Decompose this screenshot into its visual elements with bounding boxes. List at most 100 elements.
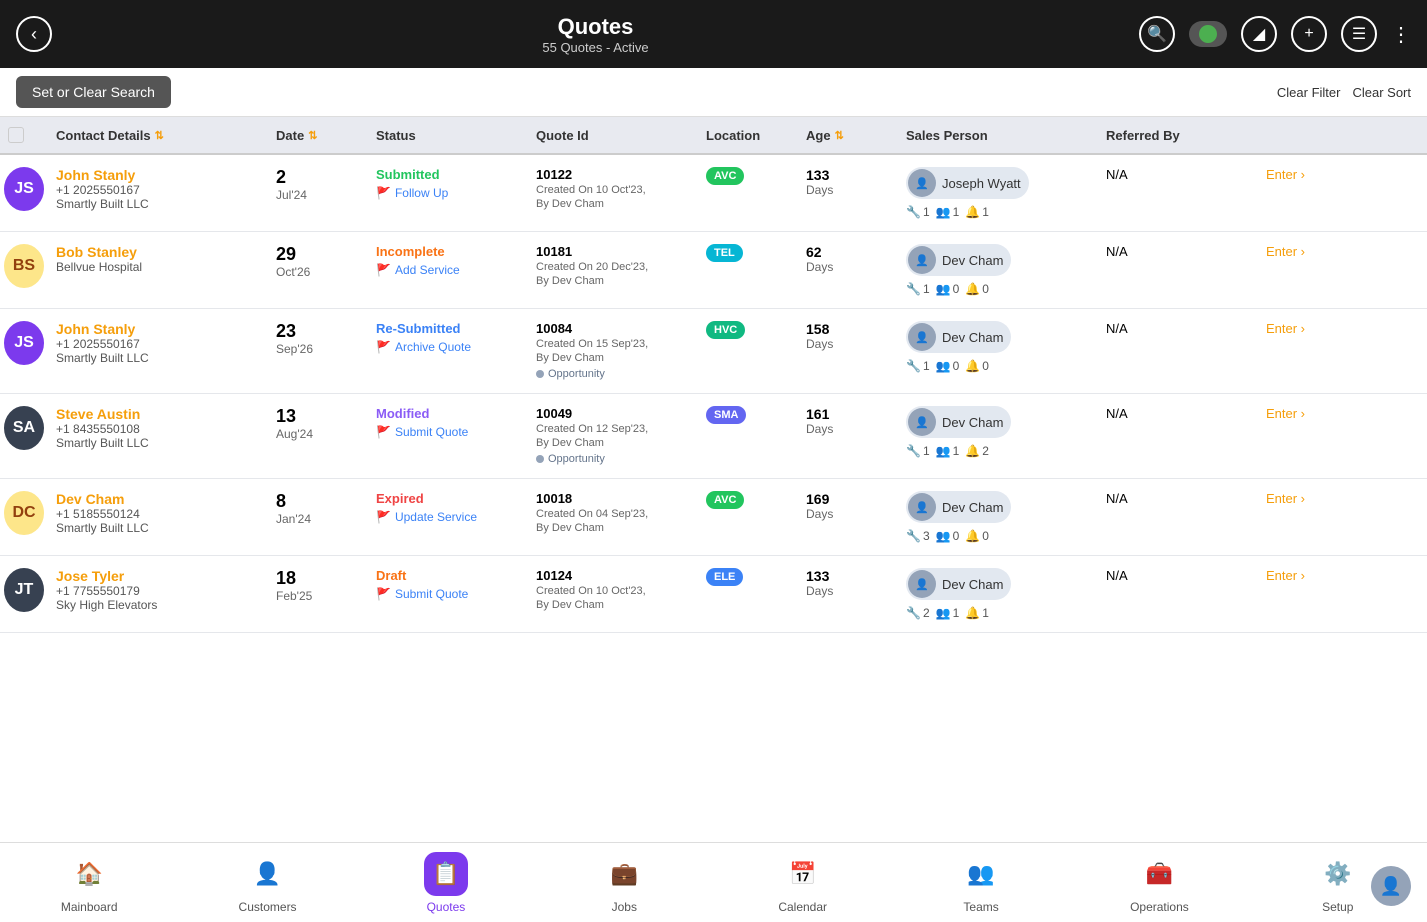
nav-icon-glyph-mainboard: 🏠 xyxy=(75,861,102,887)
date-sort-icon[interactable]: ⇅ xyxy=(308,129,317,142)
contact-avatar: JT xyxy=(4,568,44,612)
enter-button[interactable]: Enter › xyxy=(1266,406,1330,421)
nav-icon-glyph-teams: 👥 xyxy=(967,861,994,887)
contact-name[interactable]: John Stanly xyxy=(56,321,260,337)
contact-details: John Stanly +1 2025550167 Smartly Built … xyxy=(48,321,268,365)
age-cell: 133 Days xyxy=(798,568,898,598)
age-days: 133 xyxy=(806,167,890,183)
enter-cell: Enter › xyxy=(1258,167,1338,182)
quote-id: 10049 xyxy=(536,406,690,421)
set-clear-search-button[interactable]: Set or Clear Search xyxy=(16,76,171,108)
action-link[interactable]: 🚩 Submit Quote xyxy=(376,587,520,601)
col-status: Status xyxy=(368,127,528,143)
more-options-button[interactable]: ⋮ xyxy=(1391,22,1411,47)
clear-filter-link[interactable]: Clear Filter xyxy=(1277,85,1341,100)
page-title: Quotes xyxy=(52,14,1139,40)
nav-item-teams[interactable]: 👥 Teams xyxy=(892,852,1070,914)
age-label: Days xyxy=(806,337,890,351)
enter-cell: Enter › xyxy=(1258,321,1338,336)
status-cell: Re-Submitted 🚩 Archive Quote xyxy=(368,321,528,354)
nav-label-operations: Operations xyxy=(1130,900,1189,914)
contact-avatar: SA xyxy=(4,406,44,450)
nav-label-mainboard: Mainboard xyxy=(61,900,118,914)
nav-icon-glyph-setup: ⚙️ xyxy=(1324,861,1351,887)
nav-icon-mainboard: 🏠 xyxy=(67,852,111,896)
contact-details: Steve Austin +1 8435550108 Smartly Built… xyxy=(48,406,268,450)
contact-name[interactable]: Bob Stanley xyxy=(56,244,260,260)
enter-button[interactable]: Enter › xyxy=(1266,167,1330,182)
enter-button[interactable]: Enter › xyxy=(1266,244,1330,259)
enter-cell: Enter › xyxy=(1258,406,1338,421)
contact-sort-icon[interactable]: ⇅ xyxy=(155,129,164,142)
nav-icon-teams: 👥 xyxy=(959,852,1003,896)
list-button[interactable]: ☰ xyxy=(1341,16,1377,52)
sales-icon-3: 🔔 0 xyxy=(965,529,989,543)
age-sort-icon[interactable]: ⇅ xyxy=(835,129,844,142)
sales-icon-1: 🔧 1 xyxy=(906,444,930,458)
date-cell: 18 Feb'25 xyxy=(268,568,368,603)
referred-by-cell: N/A xyxy=(1098,568,1258,583)
sales-icons: 🔧 1 👥 1 🔔 2 xyxy=(906,444,1090,458)
contact-name[interactable]: Jose Tyler xyxy=(56,568,260,584)
age-cell: 158 Days xyxy=(798,321,898,351)
sales-name-tag: 👤 Dev Cham xyxy=(906,491,1011,523)
enter-button[interactable]: Enter › xyxy=(1266,321,1330,336)
nav-item-jobs[interactable]: 💼 Jobs xyxy=(535,852,713,914)
referred-by-cell: N/A xyxy=(1098,244,1258,259)
date-num: 23 xyxy=(276,321,360,342)
nav-item-customers[interactable]: 👤 Customers xyxy=(178,852,356,914)
sales-icons: 🔧 1 👥 1 🔔 1 xyxy=(906,205,1090,219)
sales-name-tag: 👤 Dev Cham xyxy=(906,244,1011,276)
select-all-checkbox[interactable] xyxy=(8,127,24,143)
clear-sort-link[interactable]: Clear Sort xyxy=(1352,85,1411,100)
date-num: 8 xyxy=(276,491,360,512)
header-right: 🔍 ◢ + ☰ ⋮ xyxy=(1139,16,1411,52)
contact-phone: +1 7755550179 xyxy=(56,584,260,598)
contact-details: Jose Tyler +1 7755550179 Sky High Elevat… xyxy=(48,568,268,612)
location-cell: HVC xyxy=(698,321,798,339)
age-label: Days xyxy=(806,422,890,436)
date-cell: 29 Oct'26 xyxy=(268,244,368,279)
opportunity-tag[interactable]: Opportunity xyxy=(536,368,605,380)
nav-item-operations[interactable]: 🧰 Operations xyxy=(1070,852,1248,914)
contact-company: Smartly Built LLC xyxy=(56,197,260,211)
enter-button[interactable]: Enter › xyxy=(1266,568,1330,583)
nav-item-quotes[interactable]: 📋 Quotes xyxy=(357,852,535,914)
action-link[interactable]: 🚩 Archive Quote xyxy=(376,340,520,354)
action-link[interactable]: 🚩 Follow Up xyxy=(376,186,520,200)
back-button[interactable]: ‹ xyxy=(16,16,52,52)
sales-icons: 🔧 2 👥 1 🔔 1 xyxy=(906,606,1090,620)
flag-icon: 🚩 xyxy=(376,510,391,524)
table-row: JS John Stanly +1 2025550167 Smartly Bui… xyxy=(0,155,1427,232)
sales-person-cell: 👤 Dev Cham 🔧 1 👥 0 🔔 0 xyxy=(898,321,1098,373)
profile-avatar[interactable]: 👤 xyxy=(1371,866,1411,906)
nav-item-mainboard[interactable]: 🏠 Mainboard xyxy=(0,852,178,914)
action-link[interactable]: 🚩 Submit Quote xyxy=(376,425,520,439)
contact-name[interactable]: John Stanly xyxy=(56,167,260,183)
enter-button[interactable]: Enter › xyxy=(1266,491,1330,506)
sales-icon-3: 🔔 1 xyxy=(965,606,989,620)
quote-by: By Dev Cham xyxy=(536,599,690,611)
nav-item-calendar[interactable]: 📅 Calendar xyxy=(714,852,892,914)
col-sales-person: Sales Person xyxy=(898,127,1098,143)
toggle-pill[interactable] xyxy=(1189,21,1227,47)
contact-name[interactable]: Dev Cham xyxy=(56,491,260,507)
add-button[interactable]: + xyxy=(1291,16,1327,52)
opportunity-tag[interactable]: Opportunity xyxy=(536,453,605,465)
search-button[interactable]: 🔍 xyxy=(1139,16,1175,52)
action-link[interactable]: 🚩 Add Service xyxy=(376,263,520,277)
sales-icons: 🔧 1 👥 0 🔔 0 xyxy=(906,282,1090,296)
contact-phone: +1 5185550124 xyxy=(56,507,260,521)
quote-id: 10122 xyxy=(536,167,690,182)
date-cell: 23 Sep'26 xyxy=(268,321,368,356)
filter-button[interactable]: ◢ xyxy=(1241,16,1277,52)
age-label: Days xyxy=(806,507,890,521)
action-link[interactable]: 🚩 Update Service xyxy=(376,510,520,524)
location-cell: SMA xyxy=(698,406,798,424)
date-label: Jul'24 xyxy=(276,188,360,202)
location-cell: AVC xyxy=(698,167,798,185)
quote-id-cell: 10084 Created On 15 Sep'23, By Dev Cham … xyxy=(528,321,698,381)
contact-name[interactable]: Steve Austin xyxy=(56,406,260,422)
age-label: Days xyxy=(806,584,890,598)
sales-person-cell: 👤 Dev Cham 🔧 3 👥 0 🔔 0 xyxy=(898,491,1098,543)
